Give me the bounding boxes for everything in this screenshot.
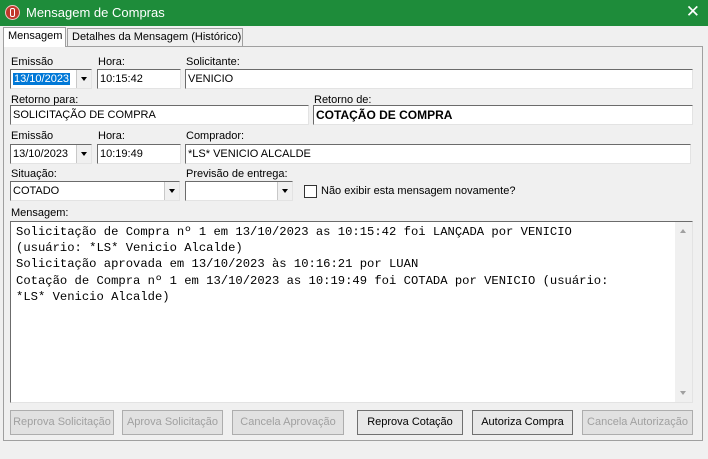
reprova-cotacao-button[interactable]: Reprova Cotação	[357, 410, 463, 435]
mensagem-text: Solicitação de Compra nº 1 em 13/10/2023…	[16, 224, 676, 305]
nao-exibir-checkbox[interactable]	[304, 185, 317, 198]
aprova-solicitacao-button[interactable]: Aprova Solicitação	[122, 410, 223, 435]
situacao-label: Situação:	[11, 168, 57, 180]
vertical-scrollbar[interactable]	[675, 222, 692, 402]
hora-label: Hora:	[98, 56, 125, 68]
emissao-date-value: 13/10/2023	[13, 73, 71, 85]
hora-field[interactable]: 10:15:42	[97, 69, 181, 89]
emissao-cotacao-date-picker[interactable]: 13/10/2023	[10, 144, 92, 164]
hora-cotacao-field[interactable]: 10:19:49	[97, 144, 181, 164]
app-logo-icon	[5, 5, 20, 20]
cancela-aprovacao-button[interactable]: Cancela Aprovação	[232, 410, 344, 435]
mensagem-textarea[interactable]: Solicitação de Compra nº 1 em 13/10/2023…	[10, 221, 693, 403]
reprova-solicitacao-button[interactable]: Reprova Solicitação	[10, 410, 114, 435]
situacao-value: COTADO	[13, 185, 60, 197]
mensagem-line: Solicitação de Compra nº 1 em 13/10/2023…	[16, 225, 572, 239]
comprador-label: Comprador:	[186, 130, 245, 142]
situacao-select[interactable]: COTADO	[10, 181, 180, 201]
mensagem-line: Solicitação aprovada em 13/10/2023 às 10…	[16, 257, 419, 272]
mensagem-line: *LS* Venicio Alcalde)	[16, 289, 170, 304]
previsao-entrega-picker[interactable]	[185, 181, 293, 201]
emissao-date-picker[interactable]: 13/10/2023	[10, 69, 92, 89]
retorno-de-field[interactable]: COTAÇÃO DE COMPRA	[313, 105, 693, 125]
chevron-down-icon[interactable]	[277, 182, 292, 200]
tab-mensagem[interactable]: Mensagem	[3, 27, 66, 47]
tab-detalhes-historico[interactable]: Detalhes da Mensagem (Histórico)	[67, 28, 243, 46]
solicitante-field[interactable]: VENICIO	[185, 69, 693, 89]
autoriza-compra-button[interactable]: Autoriza Compra	[472, 410, 573, 435]
chevron-down-icon[interactable]	[164, 182, 179, 200]
mensagem-line: (usuário: *LS* Venicio Alcalde)	[16, 241, 243, 256]
mensagem-label: Mensagem:	[11, 207, 69, 219]
emissao-cotacao-label: Emissão	[11, 130, 54, 142]
mensagem-line: Cotação de Compra nº 1 em 13/10/2023 as …	[16, 273, 609, 288]
title-bar: Mensagem de Compras ✕	[0, 0, 708, 26]
comprador-field[interactable]: *LS* VENICIO ALCALDE	[185, 144, 691, 164]
solicitante-label: Solicitante:	[186, 56, 240, 68]
scroll-up-icon[interactable]	[680, 229, 686, 233]
chevron-down-icon[interactable]	[76, 145, 91, 163]
chevron-down-icon[interactable]	[76, 70, 91, 88]
scroll-down-icon[interactable]	[680, 391, 686, 395]
previsao-entrega-label: Previsão de entrega:	[186, 168, 288, 180]
window-title: Mensagem de Compras	[26, 5, 165, 20]
cancela-autorizacao-button[interactable]: Cancela Autorização	[582, 410, 693, 435]
nao-exibir-label: Não exibir esta mensagem novamente?	[321, 185, 516, 197]
retorno-para-field[interactable]: SOLICITAÇÃO DE COMPRA	[10, 105, 309, 125]
emissao-label: Emissão	[11, 56, 54, 68]
emissao-cotacao-date-value: 13/10/2023	[13, 148, 69, 160]
hora-cotacao-label: Hora:	[98, 130, 125, 142]
close-icon[interactable]: ✕	[686, 2, 700, 22]
